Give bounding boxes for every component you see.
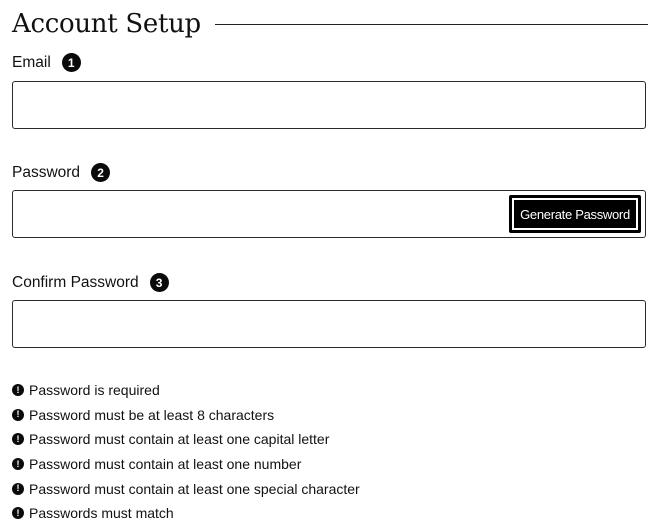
exclamation-circle-icon: ! xyxy=(12,458,24,471)
confirm-password-field[interactable] xyxy=(12,300,646,348)
password-label-text: Password xyxy=(12,163,81,181)
exclamation-circle-icon: ! xyxy=(12,433,24,446)
validation-error-item: ! Password is required xyxy=(12,378,360,403)
validation-error-text: Passwords must match xyxy=(29,505,174,522)
generate-password-button[interactable]: Generate Password xyxy=(509,195,641,233)
page-header: Account Setup xyxy=(12,4,648,44)
page-title: Account Setup xyxy=(12,9,201,39)
validation-error-item: ! Password must contain at least one spe… xyxy=(12,476,360,501)
exclamation-circle-icon: ! xyxy=(12,408,24,421)
password-label: Password 2 xyxy=(12,163,111,182)
exclamation-circle-icon: ! xyxy=(12,482,24,495)
validation-error-text: Password must be at least 8 characters xyxy=(29,406,275,423)
email-label-text: Email xyxy=(12,53,51,71)
confirm-password-label: Confirm Password 3 xyxy=(12,273,169,292)
validation-error-item: ! Password must be at least 8 characters xyxy=(12,403,360,428)
validation-error-item: ! Password must contain at least one num… xyxy=(12,452,360,477)
email-field[interactable] xyxy=(12,81,646,129)
exclamation-circle-icon: ! xyxy=(12,507,24,520)
title-divider xyxy=(214,23,648,25)
validation-error-list: ! Password is required ! Password must b… xyxy=(12,378,360,526)
validation-error-text: Password must contain at least one speci… xyxy=(29,480,360,497)
step-3-badge: 3 xyxy=(149,273,169,292)
exclamation-circle-icon: ! xyxy=(12,384,24,397)
validation-error-item: ! Passwords must match xyxy=(12,501,360,526)
validation-error-text: Password must contain at least one numbe… xyxy=(29,456,302,473)
step-2-badge: 2 xyxy=(91,163,111,182)
email-label: Email 1 xyxy=(12,53,81,72)
validation-error-text: Password is required xyxy=(29,382,160,399)
confirm-password-label-text: Confirm Password xyxy=(12,273,139,291)
step-1-badge: 1 xyxy=(61,53,81,72)
validation-error-text: Password must contain at least one capit… xyxy=(29,431,330,448)
validation-error-item: ! Password must contain at least one cap… xyxy=(12,427,360,452)
